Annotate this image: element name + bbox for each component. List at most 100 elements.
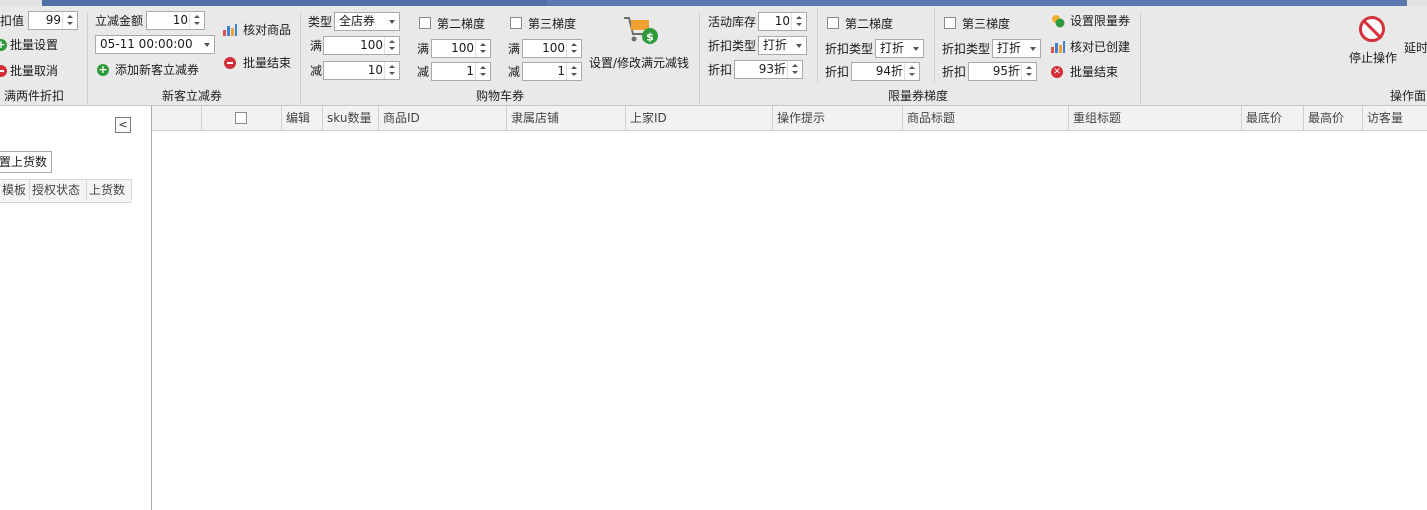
minus-amount-spinner[interactable]: 10 [323,61,400,80]
col-max-price[interactable]: 最高价 [1304,106,1363,130]
chevron-down-icon [204,43,210,47]
stock-value-text: 10 [774,14,790,28]
disc-spinner[interactable]: 93折 [734,60,803,79]
stock-label: 活动库存 [708,15,757,29]
full-label: 满 [310,39,323,53]
group-separator [87,12,88,104]
coupon-type-select[interactable]: 全店券 [334,12,400,31]
left-table-header: 模板 授权状态 上货数 [0,179,132,203]
t2-type-select[interactable]: 打折 [875,39,924,58]
spinner-arrows[interactable] [475,63,490,80]
chevron-down-icon [389,20,395,24]
bar-chart-icon [223,24,237,36]
minus-label: 减 [310,64,323,78]
limit-batch-end-label: 批量结束 [1070,65,1119,79]
tier2-checkbox[interactable] [419,17,431,29]
t2-minus-spinner[interactable]: 1 [431,62,491,81]
t2-full-text: 100 [451,41,474,55]
cart-money-icon: $ [624,17,658,44]
amount-spinner[interactable]: 10 [146,11,205,30]
limit-tier2-checkbox[interactable] [827,17,839,29]
col-product-id[interactable]: 商品ID [379,106,507,130]
col-min-price[interactable]: 最底价 [1242,106,1304,130]
tier2-label: 第二梯度 [437,17,486,31]
select-all-checkbox[interactable] [235,112,247,124]
t3-type-label: 折扣类型 [942,42,991,56]
add-coupon-label: 添加新客立减券 [115,63,200,77]
group-separator [300,12,301,104]
tier3-label: 第三梯度 [528,17,577,31]
limit-tier3-checkbox[interactable] [944,17,956,29]
t2-type-value: 打折 [880,41,905,55]
bar-chart-icon [1051,41,1065,53]
group-separator [699,12,700,104]
chevron-down-icon [913,47,919,51]
col-edit[interactable]: 编辑 [282,106,323,130]
set-full-minus-label: 设置/修改满元减钱 [589,56,690,70]
col-rebuilt-title[interactable]: 重组标题 [1069,106,1242,130]
t2-disc-spinner[interactable]: 94折 [851,62,920,81]
spinner-arrows[interactable] [566,63,581,80]
spinner-arrows[interactable] [904,63,919,80]
ribbon-toolbar: 扣值 99 + 批量设置 批量取消 满两件折扣 立减金额 10 05-11 00… [0,6,1427,106]
batch-stock-button[interactable]: 置上货数 [0,151,53,173]
datetime-picker[interactable]: 05-11 00:00:00 [95,35,215,54]
spinner-arrows[interactable] [791,13,806,30]
disc-value-text: 93折 [758,62,786,76]
full-amount-spinner[interactable]: 100 [323,36,400,55]
group-title-cart-coupon: 购物车券 [476,89,525,103]
t3-minus-text: 1 [557,64,565,78]
disc-type-value: 打折 [763,38,788,52]
batch-cancel-label: 批量取消 [10,64,59,78]
t3-type-select[interactable]: 打折 [992,39,1041,58]
delay-label[interactable]: 延时 [1404,39,1427,57]
col-visitors[interactable]: 访客量 [1363,106,1427,130]
discount-value-label: 扣值 [0,14,25,28]
t3-disc-label: 折扣 [942,65,967,79]
spinner-arrows[interactable] [787,61,802,78]
col-store[interactable]: 隶属店铺 [507,106,626,130]
col-auth-status[interactable]: 授权状态 [30,180,87,200]
t3-minus-spinner[interactable]: 1 [522,62,582,81]
spinner-arrows[interactable] [1021,63,1036,80]
coupon-type-value: 全店券 [339,14,376,28]
spinner-arrows[interactable] [384,62,399,79]
t3-full-label: 满 [508,42,521,56]
t2-minus-text: 1 [466,64,474,78]
stop-operation-label: 停止操作 [1349,51,1398,65]
set-full-minus-button[interactable]: $ 设置/修改满元减钱 [589,14,693,74]
t3-full-spinner[interactable]: 100 [522,39,582,58]
check-created-label: 核对已创建 [1070,40,1131,54]
stop-operation-button[interactable]: 停止操作 [1346,16,1400,74]
stop-icon [1359,16,1385,42]
spinner-arrows[interactable] [475,40,490,57]
discount-value-text: 99 [45,13,61,27]
t2-full-spinner[interactable]: 100 [431,39,491,58]
col-template[interactable]: 模板 [0,180,30,200]
col-supplier-id[interactable]: 上家ID [626,106,773,130]
limit-tier2-label: 第二梯度 [845,17,894,31]
spinner-arrows[interactable] [566,40,581,57]
t3-full-text: 100 [542,41,565,55]
spinner-arrows[interactable] [189,12,204,29]
stock-spinner[interactable]: 10 [758,12,807,31]
sub-separator [817,8,818,82]
minus-circle-icon [224,57,236,69]
main-grid-body[interactable] [152,131,1427,510]
col-sku-count[interactable]: sku数量 [323,106,379,130]
t2-disc-text: 94折 [875,64,903,78]
col-stock-count[interactable]: 上货数 [87,180,132,200]
disc-type-select[interactable]: 打折 [758,36,807,55]
amount-label: 立减金额 [95,14,144,28]
close-circle-icon: ✕ [1051,66,1063,78]
col-product-title[interactable]: 商品标题 [903,106,1069,130]
discount-value-spinner[interactable]: 99 [28,11,78,30]
spinner-arrows[interactable] [384,37,399,54]
collapse-panel-button[interactable]: < [115,117,131,133]
t3-disc-spinner[interactable]: 95折 [968,62,1037,81]
tier3-checkbox[interactable] [510,17,522,29]
col-operation-hint[interactable]: 操作提示 [773,106,903,130]
spinner-arrows[interactable] [62,12,77,29]
t2-full-label: 满 [417,42,430,56]
col-select-all[interactable] [202,106,282,130]
